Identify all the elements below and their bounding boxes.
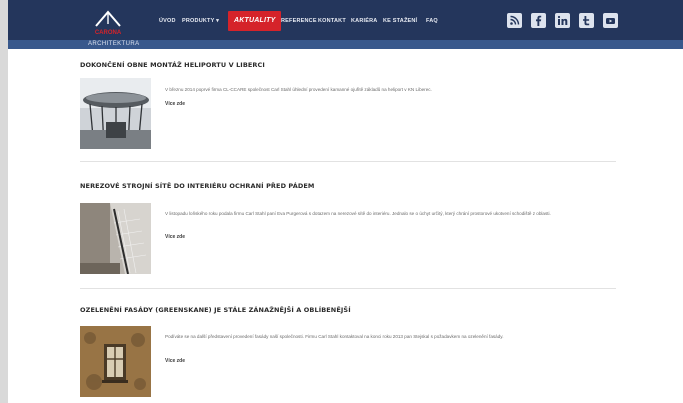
article-excerpt: V listopadu loňského roku podala firmu C… bbox=[165, 211, 551, 216]
brand-logo[interactable]: CARONA bbox=[88, 6, 128, 36]
heliport-photo-icon bbox=[80, 78, 151, 149]
divider bbox=[80, 161, 616, 162]
rss-icon[interactable] bbox=[507, 13, 522, 28]
twitter-icon[interactable] bbox=[579, 13, 594, 28]
article-thumbnail[interactable] bbox=[80, 326, 151, 397]
nav-item-kontakt[interactable]: KONTAKT bbox=[318, 13, 346, 29]
read-more-link[interactable]: Více zde bbox=[165, 358, 185, 364]
read-more-link[interactable]: Více zde bbox=[165, 234, 185, 240]
nav-item-kariera[interactable]: KARIÉRA bbox=[351, 13, 377, 29]
nav-item-aktuality[interactable]: AKTUALITY bbox=[228, 11, 282, 31]
youtube-icon[interactable] bbox=[603, 13, 618, 28]
article-title[interactable]: DOKONČENÍ OBNE MONTÁŽ HELIPORTU V LIBERC… bbox=[80, 61, 265, 69]
logo-icon: CARONA bbox=[95, 10, 122, 36]
article-title[interactable]: OZELENĚNÍ FASÁDY (GREENSKANE) JE STÁLE Z… bbox=[80, 306, 351, 314]
brand-tagline: ARCHITEKTURA bbox=[88, 41, 140, 47]
facebook-icon[interactable] bbox=[531, 13, 546, 28]
nav-item-ke-stazeni[interactable]: KE STAŽENÍ bbox=[383, 13, 417, 29]
article-excerpt: V březnu 2014 poprvé firma CL-CCARE spol… bbox=[165, 87, 432, 92]
divider bbox=[80, 288, 616, 289]
header-subbar: ARCHITEKTURA bbox=[8, 40, 683, 49]
header-bar: CARONA ÚVOD PRODUKTY ▾ AKTUALITY REFEREN… bbox=[8, 0, 683, 40]
page: CARONA ÚVOD PRODUKTY ▾ AKTUALITY REFEREN… bbox=[8, 0, 683, 403]
article-title[interactable]: NEREZOVÉ STROJNÍ SÍTĚ DO INTERIÉRU OCHRA… bbox=[80, 182, 314, 190]
linkedin-icon[interactable] bbox=[555, 13, 570, 28]
article-excerpt: Podíváte se na další představení provede… bbox=[165, 334, 504, 339]
stair-net-photo-icon bbox=[80, 203, 151, 274]
nav-item-uvod[interactable]: ÚVOD bbox=[159, 13, 176, 29]
article-thumbnail[interactable] bbox=[80, 78, 151, 149]
nav-item-reference[interactable]: REFERENCE bbox=[281, 13, 317, 29]
article-thumbnail[interactable] bbox=[80, 203, 151, 274]
read-more-link[interactable]: Více zde bbox=[165, 101, 185, 107]
green-facade-photo-icon bbox=[80, 326, 151, 397]
nav-item-produkty[interactable]: PRODUKTY ▾ bbox=[182, 13, 219, 29]
nav-item-faq[interactable]: FAQ bbox=[426, 13, 438, 29]
logo-wordmark: CARONA bbox=[95, 30, 122, 36]
